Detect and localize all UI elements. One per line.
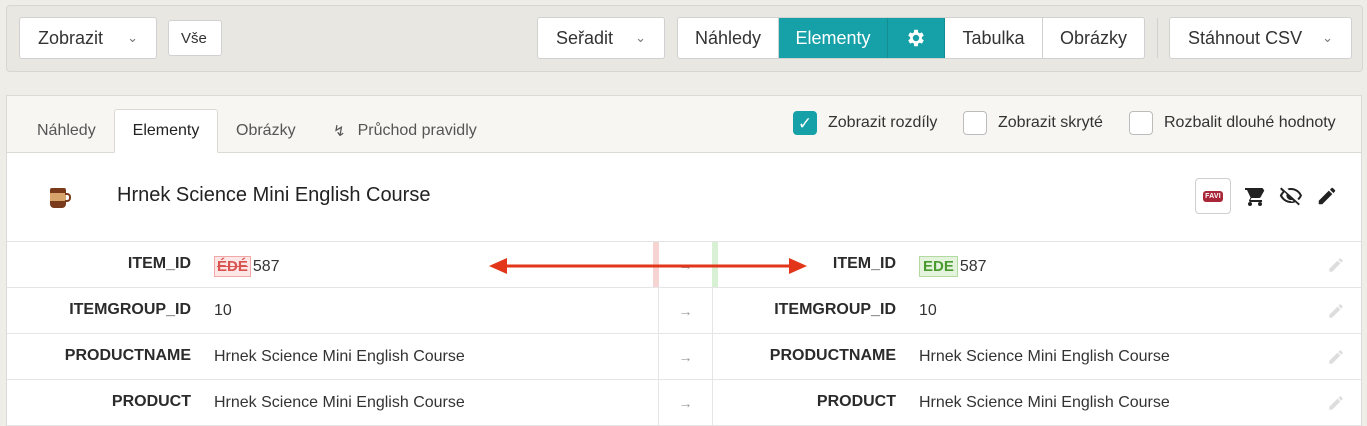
- chevron-down-icon: ⌄: [127, 30, 138, 45]
- edit-field-icon[interactable]: [1327, 302, 1345, 320]
- tab-pruchod-label: Průchod pravidly: [357, 122, 477, 139]
- toolbar: Zobrazit ⌄ Vše Seřadit ⌄ Náhledy Element…: [6, 5, 1363, 72]
- field-label-right: ITEM_ID: [832, 255, 896, 272]
- tab-elementy[interactable]: Elementy: [114, 109, 218, 153]
- field-value-right: 10: [919, 302, 937, 319]
- edit-button[interactable]: [1315, 184, 1339, 208]
- show-hidden-checkbox[interactable]: Zobrazit skryté: [963, 111, 1103, 135]
- favi-logo: FAVI: [1203, 190, 1223, 202]
- arrow-right-icon: →: [678, 302, 693, 319]
- product-thumbnail: [49, 184, 71, 210]
- pencil-icon: [1318, 187, 1336, 205]
- checkbox-checked-icon: ✓: [793, 111, 817, 135]
- favi-button[interactable]: FAVI: [1195, 178, 1231, 214]
- value-text: 587: [959, 257, 987, 275]
- value-text: 587: [252, 257, 280, 275]
- tab-pruchod-pravidly[interactable]: ↯ Průchod pravidly: [317, 109, 493, 153]
- edit-field-icon[interactable]: [1327, 256, 1345, 274]
- arrow-right-icon: →: [678, 256, 693, 273]
- edit-field-icon[interactable]: [1327, 394, 1345, 412]
- tab-obrazky[interactable]: Obrázky: [220, 109, 312, 153]
- vse-label: Vše: [181, 29, 207, 47]
- arrow-right-icon: →: [678, 348, 693, 365]
- table-row: ITEMGROUP_ID 10 → ITEMGROUP_ID 10: [7, 288, 1361, 334]
- tab-nahledy[interactable]: Náhledy: [21, 109, 112, 153]
- view-nahledy-button[interactable]: Náhledy: [678, 18, 779, 58]
- edit-field-icon[interactable]: [1327, 348, 1345, 366]
- field-label-right: PRODUCTNAME: [769, 347, 896, 364]
- settings-button[interactable]: [888, 18, 945, 58]
- field-value-right: Hrnek Science Mini English Course: [919, 394, 1170, 411]
- cart-icon: [1245, 188, 1265, 206]
- field-label-left: ITEMGROUP_ID: [69, 301, 191, 318]
- show-hidden-label: Zobrazit skryté: [998, 114, 1103, 131]
- product-header: Hrnek Science Mini English Course FAVI: [7, 154, 1361, 242]
- field-label-left: PRODUCT: [111, 393, 191, 410]
- product-title: Hrnek Science Mini English Course: [117, 184, 431, 206]
- download-csv-dropdown[interactable]: Stáhnout CSV ⌄: [1169, 17, 1352, 59]
- zobrazit-dropdown[interactable]: Zobrazit ⌄: [19, 17, 157, 59]
- seradit-label: Seřadit: [556, 27, 614, 48]
- checkbox-empty-icon: [1129, 111, 1153, 135]
- field-value-left: Hrnek Science Mini English Course: [214, 394, 465, 411]
- field-label-left: ITEM_ID: [127, 255, 191, 272]
- show-diffs-checkbox[interactable]: ✓ Zobrazit rozdíly: [793, 111, 937, 135]
- chevron-down-icon: ⌄: [1322, 30, 1333, 45]
- field-label-right: ITEMGROUP_ID: [774, 301, 896, 318]
- added-text: EDE: [919, 256, 958, 277]
- removed-text: ÉDÉ: [214, 256, 251, 277]
- view-tabulka-button[interactable]: Tabulka: [945, 18, 1043, 58]
- field-label-right: PRODUCT: [816, 393, 896, 410]
- removed-marker: [653, 242, 659, 287]
- expand-long-values-label: Rozbalit dlouhé hodnoty: [1164, 114, 1336, 131]
- seradit-dropdown[interactable]: Seřadit ⌄: [537, 17, 665, 59]
- product-actions: FAVI: [1195, 178, 1339, 214]
- detail-panel: Náhledy Elementy Obrázky ↯ Průchod pravi…: [6, 95, 1362, 426]
- arrow-right-icon: →: [678, 394, 693, 411]
- chevron-down-icon: ⌄: [635, 30, 646, 45]
- cart-button[interactable]: [1243, 184, 1267, 208]
- vse-button[interactable]: Vše: [168, 20, 222, 56]
- table-row: ITEM_ID ÉDÉ 587 → ITEM_ID EDE 587: [7, 242, 1361, 288]
- field-value-left: Hrnek Science Mini English Course: [214, 348, 465, 365]
- view-switcher: Náhledy Elementy Tabulka Obrázky: [677, 17, 1145, 59]
- divider: [1157, 18, 1158, 58]
- table-row: PRODUCTNAME Hrnek Science Mini English C…: [7, 334, 1361, 380]
- field-value-right: EDE 587: [919, 256, 987, 277]
- tab-bar: Náhledy Elementy Obrázky ↯ Průchod pravi…: [7, 96, 1361, 153]
- view-elementy-button[interactable]: Elementy: [779, 18, 888, 58]
- rules-flow-icon: ↯: [333, 123, 346, 140]
- view-obrazky-button[interactable]: Obrázky: [1043, 18, 1144, 58]
- table-row: PRODUCT Hrnek Science Mini English Cours…: [7, 380, 1361, 426]
- gear-icon: [908, 29, 924, 47]
- csv-label: Stáhnout CSV: [1188, 27, 1303, 48]
- expand-long-values-checkbox[interactable]: Rozbalit dlouhé hodnoty: [1129, 111, 1336, 135]
- show-diffs-label: Zobrazit rozdíly: [828, 114, 938, 131]
- zobrazit-label: Zobrazit: [38, 27, 104, 48]
- hide-button[interactable]: [1279, 184, 1303, 208]
- checkbox-empty-icon: [963, 111, 987, 135]
- field-value-left: ÉDÉ 587: [214, 256, 280, 277]
- field-value-right: Hrnek Science Mini English Course: [919, 348, 1170, 365]
- field-value-left: 10: [214, 302, 232, 319]
- eye-off-icon: [1279, 187, 1302, 206]
- field-label-left: PRODUCTNAME: [64, 347, 191, 364]
